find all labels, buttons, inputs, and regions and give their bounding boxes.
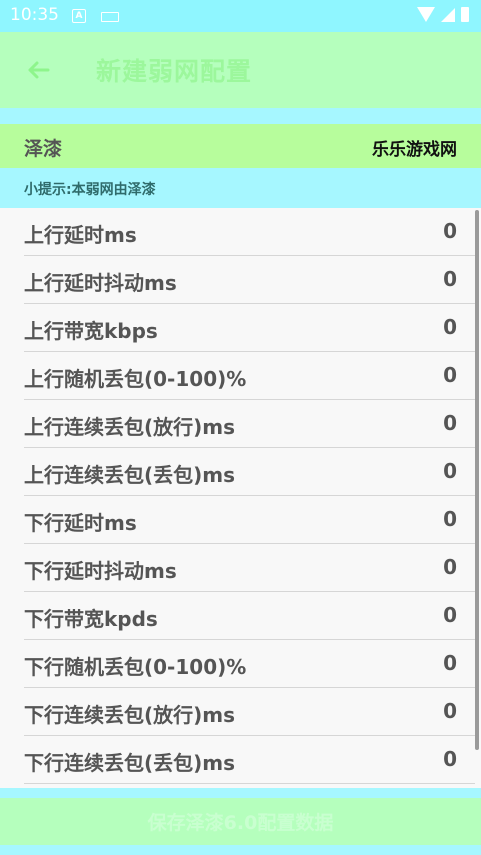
save-button-label: 保存泽漆6.0配置数据 <box>147 812 334 834</box>
tip-banner: 小提示:本弱网由泽漆 <box>0 168 481 208</box>
setting-row[interactable]: 下行延时ms 0 <box>24 496 475 544</box>
battery-icon <box>461 7 469 22</box>
bottom-band <box>0 845 481 855</box>
setting-value: 0 <box>443 699 457 723</box>
status-time: 10:35 <box>10 5 59 25</box>
setting-label: 上行带宽kbps <box>24 319 158 343</box>
setting-label: 下行连续丢包(丢包)ms <box>24 751 236 775</box>
tip-text: 小提示:本弱网由泽漆 <box>24 182 156 198</box>
setting-row[interactable]: 下行连续丢包(丢包)ms 0 <box>24 736 475 784</box>
setting-label: 下行连续丢包(放行)ms <box>24 703 236 727</box>
setting-value: 0 <box>443 603 457 627</box>
setting-label: 上行随机丢包(0-100)% <box>24 367 247 391</box>
setting-label: 上行连续丢包(放行)ms <box>24 415 236 439</box>
setting-label: 下行随机丢包(0-100)% <box>24 655 247 679</box>
setting-row[interactable]: 上行延时抖动ms 0 <box>24 256 475 304</box>
setting-row[interactable]: 上行连续丢包(丢包)ms 0 <box>24 448 475 496</box>
setting-value: 0 <box>443 315 457 339</box>
keyboard-icon <box>101 12 119 22</box>
setting-row[interactable]: 下行延时抖动ms 0 <box>24 544 475 592</box>
setting-label: 下行带宽kpds <box>24 607 158 631</box>
setting-row[interactable]: 上行延时ms 0 <box>24 208 475 256</box>
setting-row[interactable]: 上行连续丢包(放行)ms 0 <box>24 400 475 448</box>
setting-value: 0 <box>443 411 457 435</box>
setting-value: 0 <box>443 219 457 243</box>
setting-row[interactable]: 上行随机丢包(0-100)% 0 <box>24 352 475 400</box>
android-icon: A <box>72 9 86 23</box>
setting-value: 0 <box>443 507 457 531</box>
setting-value: 0 <box>443 651 457 675</box>
save-button[interactable]: 保存泽漆6.0配置数据 <box>0 798 481 845</box>
page-title: 新建弱网配置 <box>96 57 253 86</box>
group-value: 乐乐游戏网 <box>372 140 457 160</box>
scrollbar[interactable] <box>475 210 479 750</box>
wifi-icon <box>417 7 435 22</box>
status-bar: 10:35 A <box>0 0 481 32</box>
setting-value: 0 <box>443 555 457 579</box>
group-label: 泽漆 <box>24 138 63 160</box>
setting-label: 上行连续丢包(丢包)ms <box>24 463 236 487</box>
setting-value: 0 <box>443 459 457 483</box>
setting-value: 0 <box>443 267 457 291</box>
divider-band <box>0 108 481 124</box>
setting-row[interactable]: 下行带宽kpds 0 <box>24 592 475 640</box>
setting-label: 上行延时ms <box>24 223 137 247</box>
divider-band <box>0 788 481 798</box>
setting-label: 下行延时ms <box>24 511 137 535</box>
settings-list: 上行延时ms 0 上行延时抖动ms 0 上行带宽kbps 0 上行随机丢包(0-… <box>0 208 481 788</box>
setting-row[interactable]: 下行随机丢包(0-100)% 0 <box>24 640 475 688</box>
setting-value: 0 <box>443 363 457 387</box>
setting-label: 上行延时抖动ms <box>24 271 177 295</box>
app-bar: 新建弱网配置 <box>0 32 481 108</box>
signal-icon <box>441 7 455 22</box>
arrow-left-icon[interactable] <box>22 54 54 86</box>
setting-label: 下行延时抖动ms <box>24 559 177 583</box>
setting-row[interactable]: 上行带宽kbps 0 <box>24 304 475 352</box>
setting-row[interactable]: 下行连续丢包(放行)ms 0 <box>24 688 475 736</box>
setting-value: 0 <box>443 747 457 771</box>
group-row[interactable]: 泽漆 乐乐游戏网 <box>0 124 481 168</box>
